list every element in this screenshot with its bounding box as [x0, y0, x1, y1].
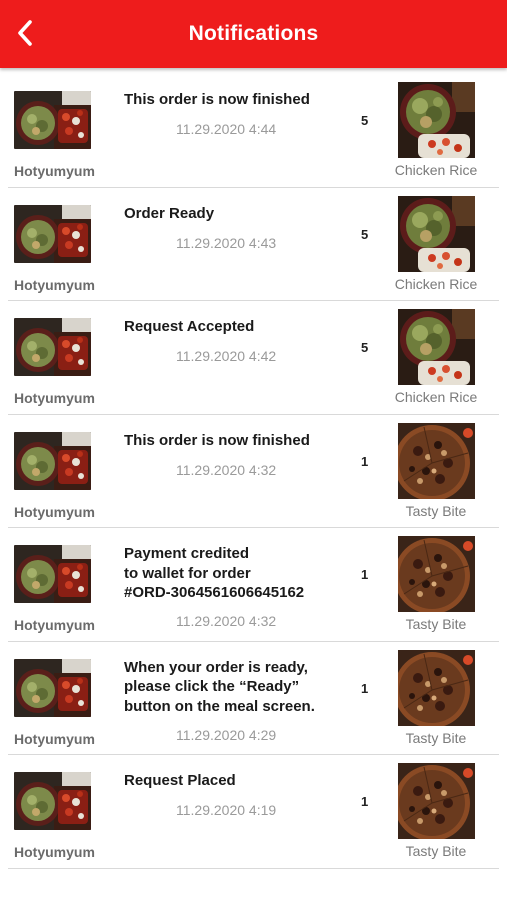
message-line: This order is now finished	[124, 91, 310, 108]
dish-image[interactable]	[398, 536, 475, 612]
seller-name: Hotyumyum	[14, 730, 95, 747]
message-line: When your order is ready,	[124, 658, 308, 676]
dish-name: Chicken Rice	[394, 389, 478, 405]
notification-message: Request Accepted	[124, 317, 334, 337]
dish-name: Chicken Rice	[394, 275, 478, 292]
seller-name: Hotyumyum	[14, 390, 95, 406]
notification-message: When your order is ready, please click th…	[124, 658, 334, 717]
message-line: This order is now finished	[124, 431, 310, 449]
notification-item[interactable]: Hotyumyum Payment credited to wallet for …	[8, 528, 499, 642]
app-header: Notifications	[0, 0, 507, 68]
seller-thumbnail	[14, 204, 91, 263]
notification-message: Order Ready	[124, 204, 334, 224]
seller-thumbnail	[14, 545, 91, 603]
dish-image[interactable]	[398, 82, 475, 158]
back-button[interactable]	[10, 16, 40, 50]
notification-time: 11.29.2020 4:32	[176, 461, 277, 478]
message-line: Payment credited	[124, 545, 250, 562]
chevron-left-icon	[18, 20, 32, 46]
order-quantity: 5	[361, 226, 369, 242]
dish-name: Tasty Bite	[405, 729, 467, 746]
dish-name: Tasty Bite	[405, 616, 467, 632]
order-quantity: 1	[361, 453, 369, 469]
message-line: Request Placed	[124, 772, 236, 789]
seller-name: Hotyumyum	[14, 276, 95, 293]
notification-time: 11.29.2020 4:44	[176, 121, 277, 137]
dish-image[interactable]	[398, 649, 475, 726]
seller-thumbnail	[14, 431, 91, 490]
notification-time: 11.29.2020 4:19	[176, 802, 277, 818]
dish-name: Chicken Rice	[394, 162, 478, 178]
notification-item[interactable]: Hotyumyum This order is now finished 11.…	[8, 415, 499, 528]
dish-image[interactable]	[398, 763, 475, 839]
order-quantity: 1	[361, 567, 369, 582]
notification-item[interactable]: Hotyumyum This order is now finished 11.…	[8, 74, 499, 188]
notification-item[interactable]: Hotyumyum Request Placed 11.29.2020 4:19…	[8, 755, 499, 869]
message-line: button on the meal screen.	[124, 697, 315, 715]
message-line: Order Ready	[124, 204, 215, 222]
page-title: Notifications	[188, 22, 319, 45]
order-quantity: 1	[361, 680, 369, 696]
notification-item[interactable]: Hotyumyum When your order is ready, pleas…	[8, 642, 499, 755]
notification-list: Hotyumyum This order is now finished 11.…	[0, 74, 507, 869]
notification-message: Request Placed	[124, 771, 334, 791]
message-line: #ORD-3064561606645162	[124, 584, 305, 601]
notification-message: This order is now finished	[124, 90, 334, 110]
message-line: to wallet for order	[124, 564, 251, 582]
notification-message: Payment credited to wallet for order #ORD-…	[124, 544, 334, 603]
notification-message: This order is now finished	[124, 431, 334, 451]
order-quantity: 5	[361, 340, 369, 355]
dish-image[interactable]	[398, 309, 475, 385]
dish-name: Tasty Bite	[405, 843, 467, 859]
seller-thumbnail	[14, 91, 91, 149]
seller-name: Hotyumyum	[14, 503, 95, 520]
notification-time: 11.29.2020 4:42	[176, 348, 277, 364]
seller-name: Hotyumyum	[14, 617, 95, 633]
dish-image[interactable]	[398, 195, 475, 272]
message-line: please click the “Ready”	[124, 678, 300, 695]
dish-name: Tasty Bite	[405, 502, 467, 519]
notification-time: 11.29.2020 4:32	[176, 613, 277, 629]
seller-thumbnail	[14, 772, 91, 830]
seller-name: Hotyumyum	[14, 163, 95, 179]
message-line: Request Accepted	[124, 318, 255, 335]
notification-item[interactable]: Hotyumyum Order Ready 11.29.2020 4:43 5 …	[8, 188, 499, 301]
seller-thumbnail	[14, 318, 91, 376]
order-quantity: 5	[361, 113, 369, 128]
notification-time: 11.29.2020 4:29	[176, 726, 277, 743]
dish-image[interactable]	[398, 422, 475, 499]
notification-item[interactable]: Hotyumyum Request Accepted 11.29.2020 4:…	[8, 301, 499, 415]
order-quantity: 1	[361, 794, 369, 809]
seller-thumbnail	[14, 658, 91, 717]
seller-name: Hotyumyum	[14, 844, 95, 860]
notification-time: 11.29.2020 4:43	[176, 234, 277, 251]
